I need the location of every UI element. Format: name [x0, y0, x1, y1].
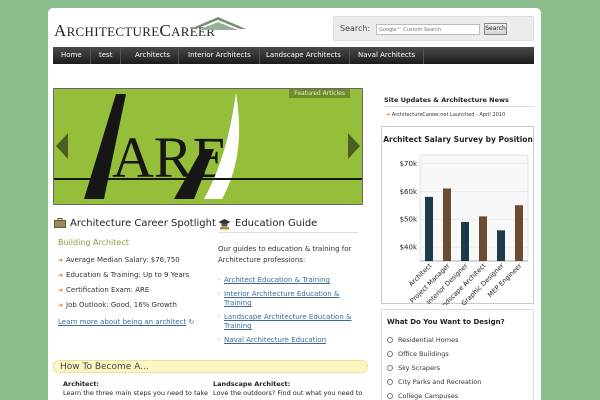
- y-tick-label: $60k: [400, 188, 418, 196]
- list-item[interactable]: › Naval Architecture Education: [218, 336, 358, 345]
- chart-bar: [425, 196, 433, 261]
- chart-bar: [443, 188, 451, 261]
- nav-item-interior-architects[interactable]: Interior Architects: [180, 47, 260, 64]
- nav-item-naval-architects[interactable]: Naval Architects: [350, 47, 425, 64]
- main-nav: Home test Architects Interior Architects…: [53, 47, 534, 64]
- arrow-icon: ›: [218, 337, 220, 343]
- list-item: ➔ Average Median Salary: $76,750: [58, 256, 180, 264]
- update-item[interactable]: ➔ ArchitectureCareer.net Launched - Apri…: [386, 112, 505, 118]
- chart-svg: Architect Salary Survey by Position $70k $…: [383, 135, 533, 314]
- radio-icon[interactable]: [387, 365, 393, 371]
- list-item[interactable]: › Architect Education & Training: [218, 276, 358, 285]
- design-option[interactable]: Residential Homes: [387, 336, 458, 344]
- design-option[interactable]: City Parks and Recreation: [387, 378, 481, 386]
- list-item[interactable]: › Interior Architecture Education & Train…: [218, 290, 358, 308]
- arrow-icon: ›: [218, 291, 220, 297]
- hero-art-text: ARE: [112, 125, 228, 190]
- arrow-icon: ›: [218, 277, 220, 283]
- nav-item-landscape-architects[interactable]: Landscape Architects: [258, 47, 350, 64]
- nav-item-test[interactable]: test: [91, 47, 122, 64]
- search-input[interactable]: [376, 24, 480, 35]
- design-option[interactable]: College Campuses: [387, 392, 458, 400]
- salary-chart: Architect Salary Survey by Position $70k $…: [381, 126, 534, 314]
- design-poll: What Do You Want to Design? Residential …: [381, 309, 534, 400]
- logo-roof-icon: [190, 17, 246, 30]
- nav-item-architects[interactable]: Architects: [127, 47, 180, 64]
- education-links: › Architect Education & Training › Interio…: [218, 276, 358, 350]
- hero-image: ARE: [54, 89, 362, 204]
- radio-icon[interactable]: [387, 393, 393, 399]
- site-header: ARCHITECTURECAREER Search: Search: [48, 8, 541, 46]
- featured-articles-tab[interactable]: Featured Articles: [289, 89, 350, 98]
- design-option[interactable]: Office Buildings: [387, 350, 449, 358]
- search-box: Search: Search: [333, 16, 534, 41]
- howto-col-title: Landscape Architect:: [213, 380, 291, 388]
- arrow-icon: ›: [218, 314, 220, 320]
- nav-item-home[interactable]: Home: [53, 47, 91, 64]
- logo-text: RCHITECTURE: [66, 24, 160, 39]
- chart-bar: [497, 230, 505, 261]
- logo-letter: C: [159, 21, 172, 40]
- howto-col-text: Love the outdoors? Find out what you nee…: [213, 389, 363, 397]
- logo-letter: A: [54, 21, 67, 40]
- list-item: ➔ Education & Training: Up to 9 Years: [58, 271, 190, 279]
- design-option[interactable]: Sky Scrapers: [387, 364, 440, 372]
- education-title: Education Guide: [235, 218, 318, 229]
- chart-bar: [515, 205, 523, 261]
- briefcase-icon: [54, 218, 66, 228]
- list-item[interactable]: › Landscape Architecture Education & Trai…: [218, 313, 358, 331]
- search-button[interactable]: Search: [484, 23, 507, 35]
- chart-title: Architect Salary Survey by Position: [383, 135, 533, 144]
- howto-header: How To Become A...: [53, 360, 368, 373]
- graduation-cap-icon: [218, 219, 231, 230]
- arrow-icon: ➔: [58, 257, 64, 264]
- chart-plot-area: [419, 154, 529, 262]
- radio-icon[interactable]: [387, 379, 393, 385]
- divider: [218, 232, 358, 233]
- refresh-icon[interactable]: ↻: [188, 318, 194, 326]
- y-tick-label: $40k: [400, 244, 418, 252]
- chart-bar: [479, 216, 487, 261]
- search-label: Search:: [340, 24, 371, 33]
- chart-bar: [461, 221, 469, 261]
- radio-icon[interactable]: [387, 351, 393, 357]
- featured-slider[interactable]: ARE Featured Articles: [53, 88, 363, 205]
- arrow-icon: ➔: [58, 272, 64, 279]
- y-tick-label: $70k: [400, 160, 418, 168]
- howto-col-text: Learn the three main steps you need to t…: [63, 389, 209, 397]
- learn-more-link[interactable]: Learn more about being an architect: [58, 318, 186, 326]
- slider-next-icon[interactable]: [348, 133, 360, 159]
- updates-title: Site Updates & Architecture News: [384, 96, 509, 104]
- design-title: What Do You Want to Design?: [387, 318, 505, 326]
- howto-landscape: Landscape Architect: Love the outdoors? …: [213, 380, 363, 398]
- spotlight-subtitle: Building Architect: [58, 238, 129, 247]
- slider-prev-icon[interactable]: [56, 133, 68, 159]
- education-intro: Our guides to education & training for A…: [218, 245, 352, 264]
- howto-col-title: Architect:: [63, 380, 100, 388]
- spotlight-title: Architecture Career Spotlight: [70, 218, 216, 229]
- arrow-icon: ➔: [58, 302, 64, 309]
- spotlight-list: ➔ Average Median Salary: $76,750 ➔ Educati…: [58, 253, 189, 313]
- radio-icon[interactable]: [387, 337, 393, 343]
- arrow-icon: ➔: [58, 287, 64, 294]
- list-item: ➔ Job Outlook: Good, 16% Growth: [58, 301, 177, 309]
- divider: [384, 106, 534, 107]
- list-item: ➔ Certification Exam: ARE: [58, 286, 150, 294]
- y-tick-label: $50k: [400, 216, 418, 224]
- page-container: ARCHITECTURECAREER Search: Search Home t…: [48, 8, 541, 400]
- spotlight-more[interactable]: Learn more about being an architect ↻: [58, 318, 194, 326]
- howto-architect: Architect: Learn the three main steps yo…: [63, 380, 213, 398]
- arrow-icon: ➔: [386, 112, 391, 118]
